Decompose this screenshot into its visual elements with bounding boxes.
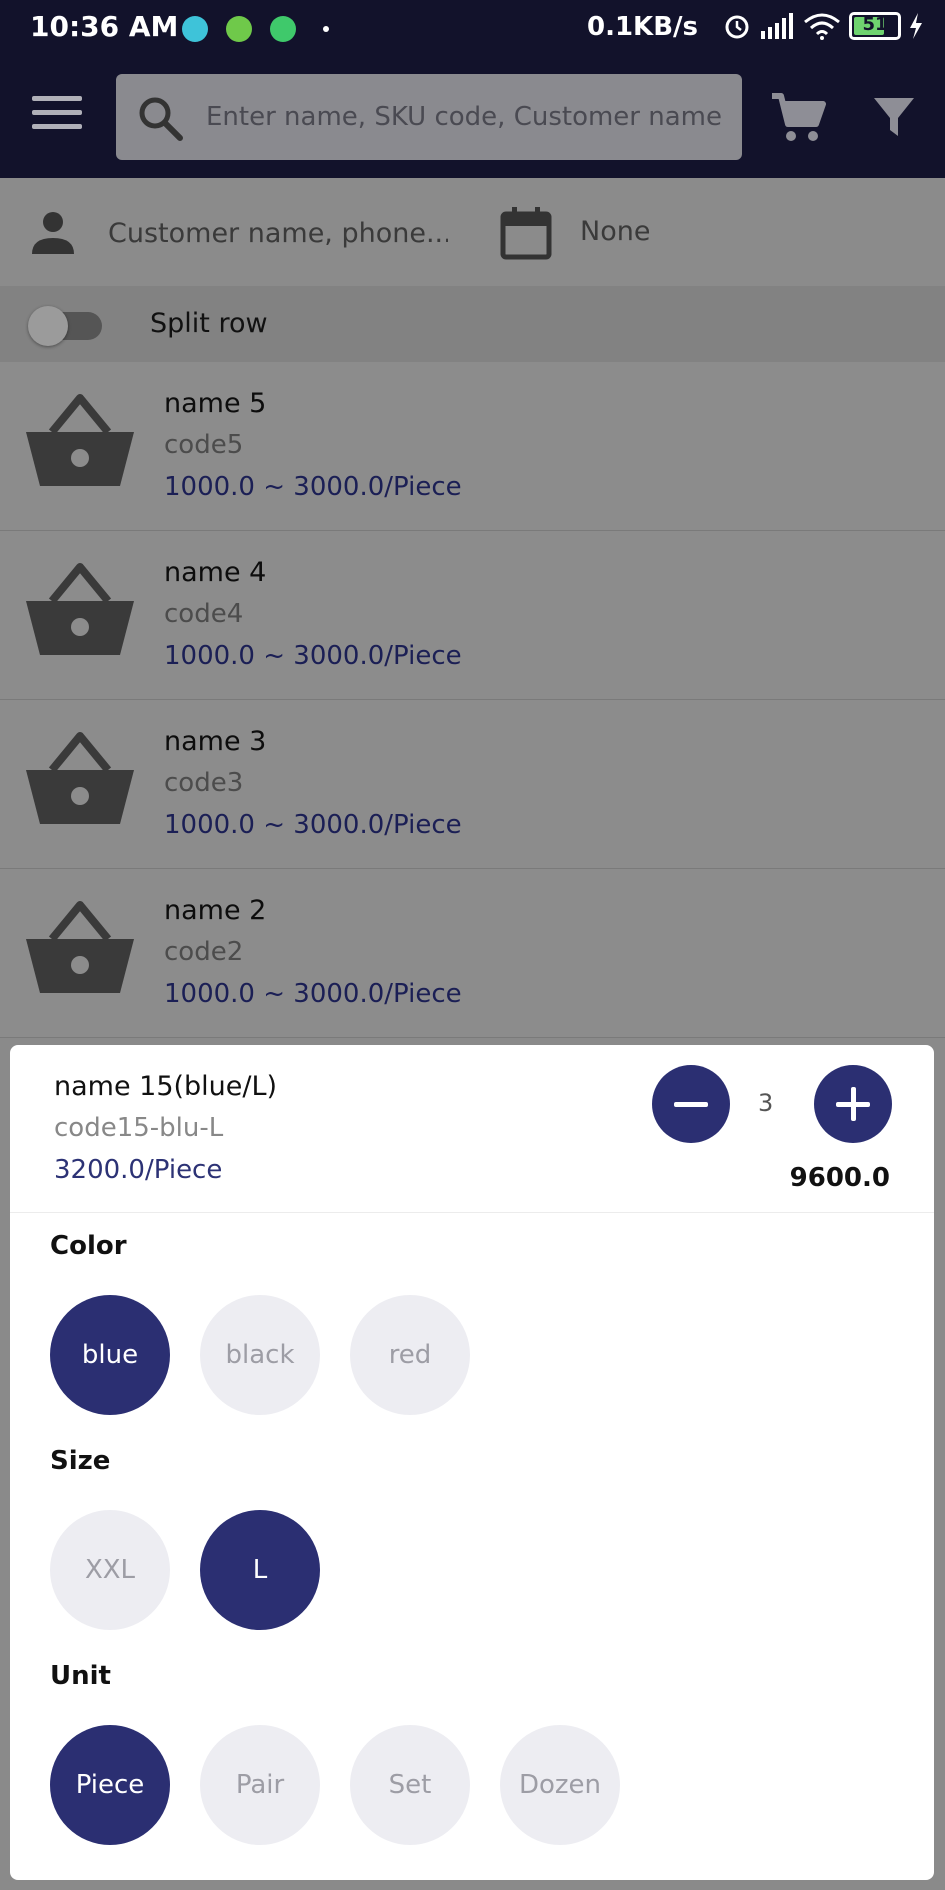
toggle-knob: [28, 306, 68, 346]
product-name: name 5: [164, 388, 267, 419]
search-input[interactable]: [206, 74, 726, 160]
color-option-blue[interactable]: blue: [50, 1295, 170, 1415]
product-price: 1000.0 ~ 3000.0/Piece: [164, 472, 462, 502]
search-box[interactable]: [116, 74, 742, 160]
size-group-label: Size: [50, 1446, 111, 1476]
product-row[interactable]: name 3 code3 1000.0 ~ 3000.0/Piece: [0, 700, 945, 869]
product-name: name 3: [164, 726, 267, 757]
color-option-red[interactable]: red: [350, 1295, 470, 1415]
signal-icon: [761, 13, 793, 39]
size-option-l[interactable]: L: [200, 1510, 320, 1630]
hamburger-line: [32, 96, 82, 101]
unit-option-piece[interactable]: Piece: [50, 1725, 170, 1845]
product-code: code5: [164, 430, 244, 460]
unit-option-set[interactable]: Set: [350, 1725, 470, 1845]
basket-icon: [26, 901, 134, 993]
product-code: code4: [164, 599, 244, 629]
person-icon: [32, 212, 74, 254]
selected-variant-name: name 15(blue/L): [54, 1071, 278, 1102]
variant-sheet: name 15(blue/L) code15-blu-L 3200.0/Piec…: [10, 1045, 934, 1880]
battery-level: 51: [862, 14, 888, 35]
minus-icon: [674, 1102, 708, 1107]
calendar-icon[interactable]: [500, 206, 552, 260]
split-row-bar: Split row: [0, 286, 945, 362]
quantity-value[interactable]: 3: [758, 1089, 773, 1117]
android-app-icon: [270, 16, 296, 42]
customer-search-input[interactable]: [108, 208, 448, 258]
plus-icon-vertical: [851, 1087, 856, 1121]
hamburger-line: [32, 110, 82, 115]
line-total: 9600.0: [789, 1163, 890, 1193]
product-name: name 2: [164, 895, 267, 926]
status-icons: 51: [723, 12, 923, 40]
unit-option-dozen[interactable]: Dozen: [500, 1725, 620, 1845]
filter-icon[interactable]: [872, 96, 916, 138]
browser-icon: [182, 16, 208, 42]
selected-variant-price: 3200.0/Piece: [54, 1155, 223, 1185]
wifi-icon: [804, 13, 840, 40]
product-code: code3: [164, 768, 244, 798]
battery-icon: 51: [849, 12, 901, 40]
product-row[interactable]: name 5 code5 1000.0 ~ 3000.0/Piece: [0, 362, 945, 531]
basket-icon: [26, 394, 134, 486]
date-value[interactable]: None: [580, 216, 650, 247]
color-option-black[interactable]: black: [200, 1295, 320, 1415]
selected-variant-header: name 15(blue/L) code15-blu-L 3200.0/Piec…: [10, 1045, 934, 1213]
product-price: 1000.0 ~ 3000.0/Piece: [164, 810, 462, 840]
product-row[interactable]: name 2 code2 1000.0 ~ 3000.0/Piece: [0, 869, 945, 1038]
alarm-icon: [725, 15, 749, 39]
unit-group-label: Unit: [50, 1661, 111, 1691]
decrease-quantity-button[interactable]: [652, 1065, 730, 1143]
product-price: 1000.0 ~ 3000.0/Piece: [164, 979, 462, 1009]
search-icon: [139, 97, 183, 141]
app-toolbar: [0, 58, 945, 178]
network-speed: 0.1KB/s: [587, 12, 698, 42]
product-list: name 5 code5 1000.0 ~ 3000.0/Piece name …: [0, 362, 945, 1038]
menu-button[interactable]: [32, 96, 84, 136]
status-time: 10:36 AM: [30, 10, 179, 43]
color-group-label: Color: [50, 1231, 127, 1261]
charging-icon: [910, 13, 922, 39]
product-price: 1000.0 ~ 3000.0/Piece: [164, 641, 462, 671]
unit-option-pair[interactable]: Pair: [200, 1725, 320, 1845]
split-row-toggle[interactable]: [28, 306, 104, 346]
more-notifications-dot: [323, 26, 329, 32]
cart-icon[interactable]: [770, 92, 826, 144]
status-bar: 10:36 AM 0.1KB/s 51: [0, 0, 945, 58]
increase-quantity-button[interactable]: [814, 1065, 892, 1143]
hamburger-line: [32, 124, 82, 129]
split-row-label: Split row: [150, 308, 268, 339]
product-row[interactable]: name 4 code4 1000.0 ~ 3000.0/Piece: [0, 531, 945, 700]
selected-variant-code: code15-blu-L: [54, 1113, 224, 1143]
customer-bar: None: [0, 178, 945, 286]
shield-app-icon: [226, 16, 252, 42]
product-name: name 4: [164, 557, 267, 588]
size-option-xxl[interactable]: XXL: [50, 1510, 170, 1630]
product-code: code2: [164, 937, 244, 967]
basket-icon: [26, 732, 134, 824]
basket-icon: [26, 563, 134, 655]
